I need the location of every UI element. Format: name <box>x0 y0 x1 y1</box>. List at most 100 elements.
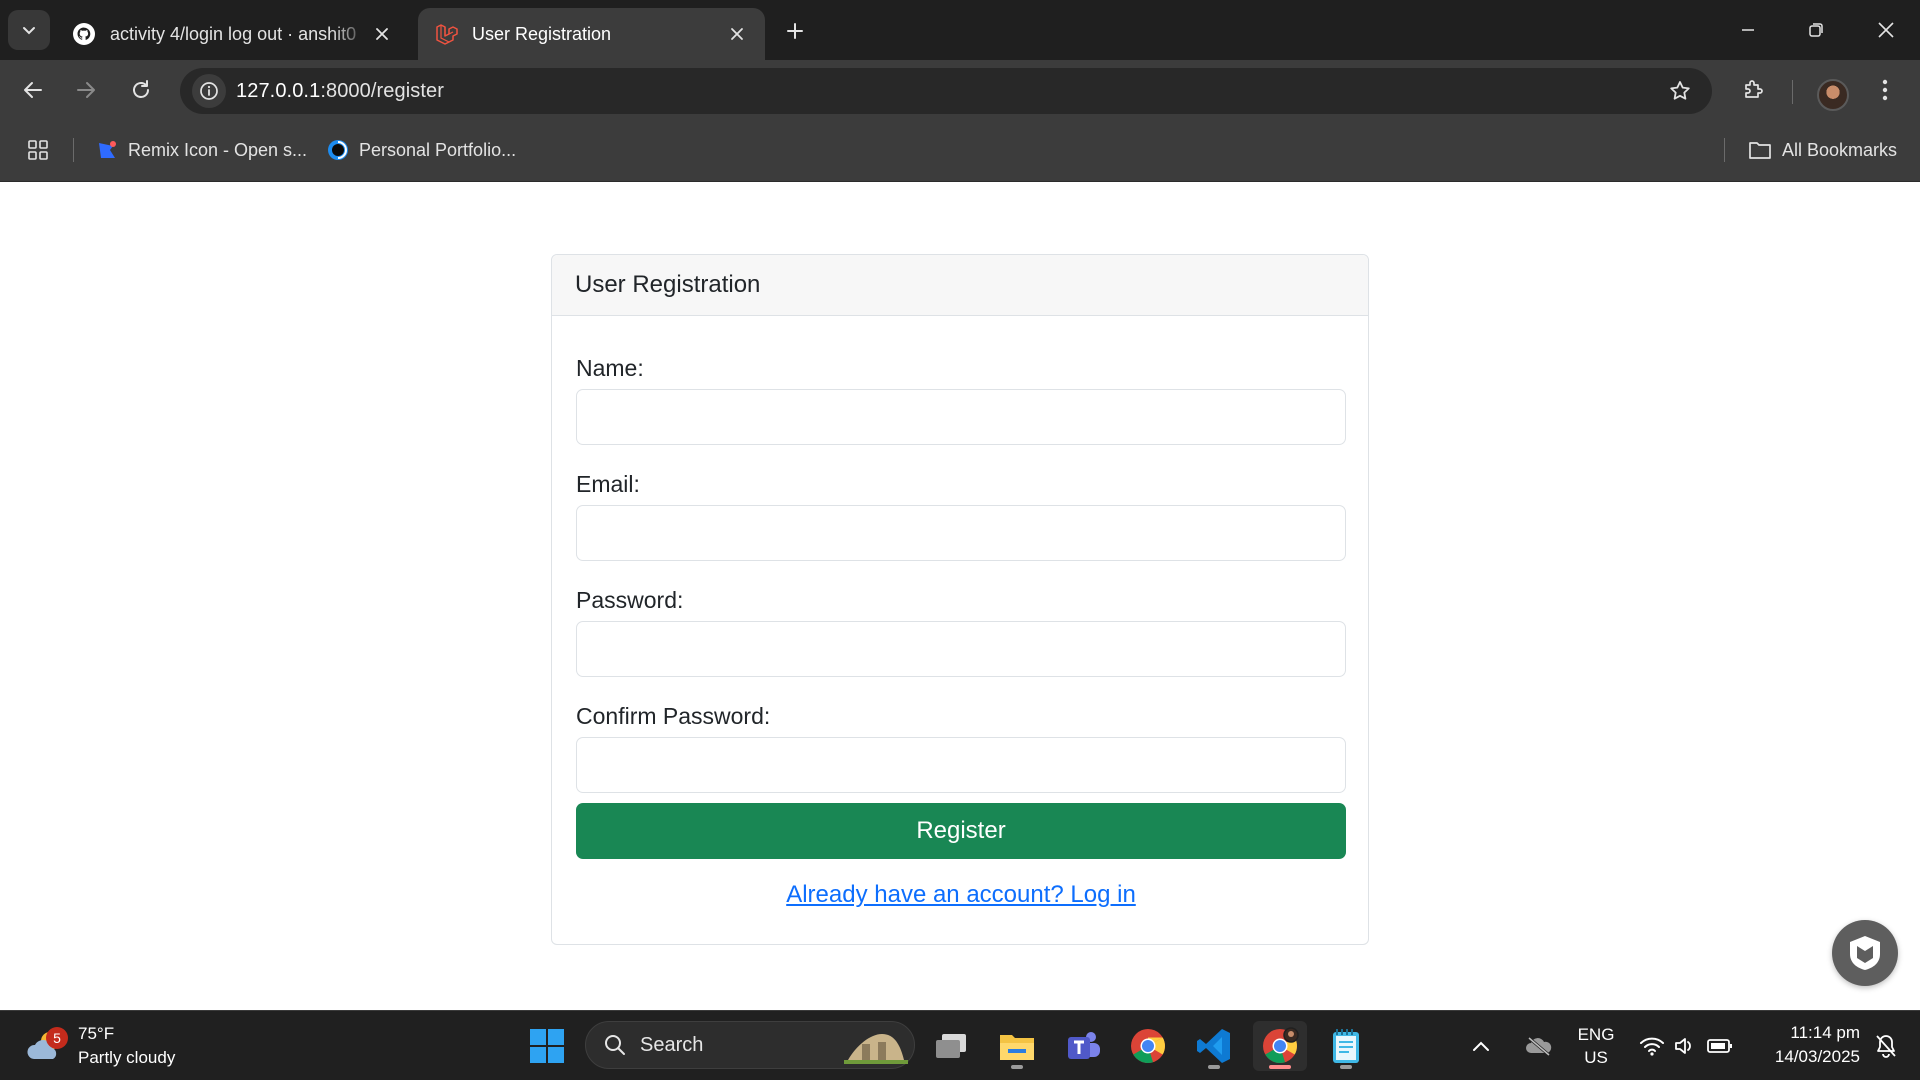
minimize-icon <box>1742 29 1754 31</box>
clock-time: 11:14 pm <box>1790 1023 1860 1042</box>
weather-temp: 75°F <box>78 1024 115 1043</box>
language-line2: US <box>1584 1048 1608 1067</box>
battery-icon <box>1707 1039 1732 1053</box>
tab-user-registration[interactable]: User Registration <box>418 8 765 60</box>
teams-icon <box>1068 1032 1100 1059</box>
chrome-menu-button[interactable] <box>1865 70 1905 110</box>
vscode-icon <box>1197 1029 1230 1063</box>
input-language[interactable]: ENG US <box>1572 1023 1620 1069</box>
profile-avatar[interactable] <box>1817 79 1849 111</box>
confirm-password-input[interactable] <box>576 737 1346 793</box>
volume-icon <box>1675 1038 1691 1054</box>
tab-title: User Registration <box>472 23 612 44</box>
url-path: :8000/register <box>320 80 445 102</box>
quick-settings-button[interactable] <box>1636 1021 1736 1071</box>
arrow-left-icon <box>24 82 42 98</box>
search-label: Search <box>640 1033 704 1056</box>
plus-icon <box>787 23 803 39</box>
email-input[interactable] <box>576 505 1346 561</box>
wifi-icon <box>1640 1037 1664 1056</box>
restore-icon <box>1809 23 1823 37</box>
tab-github[interactable]: activity 4/login log out · anshit0 <box>56 8 410 60</box>
url-text[interactable]: 127.0.0.1:8000/register <box>236 80 444 103</box>
active-indicator <box>1269 1065 1291 1069</box>
notepad-icon <box>1333 1029 1359 1063</box>
running-indicator <box>1340 1065 1352 1069</box>
vscode-button[interactable] <box>1187 1021 1241 1071</box>
password-input[interactable] <box>576 621 1346 677</box>
portfolio-icon <box>328 140 348 160</box>
close-window-button[interactable] <box>1858 8 1914 52</box>
card-title: User Registration <box>552 255 1368 316</box>
minimize-button[interactable] <box>1720 8 1776 52</box>
mcafee-shield-button[interactable] <box>1832 920 1898 986</box>
bookmark-label: Personal Portfolio... <box>359 139 517 160</box>
browser-tab-strip: activity 4/login log out · anshit0 User … <box>0 0 1920 60</box>
login-link[interactable]: Already have an account? Log in <box>552 881 1370 909</box>
register-button[interactable]: Register <box>576 803 1346 859</box>
bookmark-personal-portfolio[interactable]: Personal Portfolio... <box>327 135 516 165</box>
reload-button[interactable] <box>121 70 161 110</box>
search-icon <box>605 1035 625 1055</box>
apps-button[interactable] <box>26 135 50 165</box>
apps-grid-icon <box>28 140 48 160</box>
laravel-icon <box>436 24 458 45</box>
task-view-icon <box>936 1034 966 1058</box>
password-label: Password: <box>576 587 684 613</box>
clock-date: 14/03/2025 <box>1774 1047 1860 1066</box>
close-tab-icon[interactable] <box>370 22 394 46</box>
task-view-button[interactable] <box>924 1021 978 1071</box>
forward-button[interactable] <box>66 70 106 110</box>
url-host: 127.0.0.1 <box>236 80 321 102</box>
address-bar[interactable]: 127.0.0.1:8000/register <box>180 68 1712 114</box>
notepad-button[interactable] <box>1319 1021 1373 1071</box>
running-indicator <box>1208 1065 1220 1069</box>
toolbar-divider <box>1792 80 1793 104</box>
notifications-button[interactable] <box>1866 1021 1906 1071</box>
chrome-profile-button[interactable] <box>1253 1021 1307 1071</box>
onedrive-button[interactable] <box>1519 1021 1559 1071</box>
mcafee-shield-icon <box>1850 936 1880 970</box>
back-button[interactable] <box>13 70 53 110</box>
restore-button[interactable] <box>1788 8 1844 52</box>
arrow-right-icon <box>77 82 95 98</box>
github-icon <box>73 23 95 45</box>
confirm-password-label: Confirm Password: <box>576 703 771 729</box>
teams-button[interactable] <box>1056 1021 1110 1071</box>
chrome-profile-icon <box>1263 1027 1299 1064</box>
browser-toolbar: 127.0.0.1:8000/register <box>0 60 1920 120</box>
registration-card: User Registration Name: Email: Password:… <box>551 254 1369 945</box>
page-content: User Registration Name: Email: Password:… <box>0 182 1920 1010</box>
extensions-button[interactable] <box>1733 70 1773 110</box>
weather-widget[interactable]: 5 75°F Partly cloudy <box>26 1021 175 1071</box>
info-icon <box>200 82 218 100</box>
chevron-down-icon <box>23 27 35 35</box>
onedrive-offline-icon <box>1526 1036 1552 1057</box>
weather-condition: Partly cloudy <box>78 1048 176 1067</box>
bookmark-star-button[interactable] <box>1668 79 1692 103</box>
language-line1: ENG <box>1577 1025 1615 1044</box>
name-label: Name: <box>576 355 644 381</box>
bookmark-remix-icon[interactable]: Remix Icon - Open s... <box>96 135 307 165</box>
close-tab-icon[interactable] <box>725 22 749 46</box>
site-info-button[interactable] <box>192 74 226 108</box>
chrome-button[interactable] <box>1121 1021 1175 1071</box>
remix-icon <box>99 141 116 158</box>
all-bookmarks-button[interactable]: All Bookmarks <box>1748 135 1897 165</box>
chrome-icon <box>1131 1029 1165 1064</box>
all-bookmarks-label: All Bookmarks <box>1782 139 1898 160</box>
show-hidden-icons-button[interactable] <box>1463 1021 1499 1071</box>
email-label: Email: <box>576 471 640 497</box>
new-tab-button[interactable] <box>778 14 812 48</box>
star-icon <box>1670 81 1690 100</box>
reload-icon <box>133 80 149 98</box>
tab-search-button[interactable] <box>8 10 50 50</box>
file-explorer-button[interactable] <box>990 1021 1044 1071</box>
windows-start-icon <box>530 1029 564 1063</box>
name-input[interactable] <box>576 389 1346 445</box>
clock[interactable]: 11:14 pm 14/03/2025 <box>1746 1021 1860 1069</box>
windows-taskbar: 5 75°F Partly cloudy Search ENG US 11:14… <box>0 1010 1920 1080</box>
start-button[interactable] <box>520 1021 574 1071</box>
bookmarks-divider <box>73 138 74 162</box>
taskbar-search[interactable]: Search <box>585 1021 915 1069</box>
